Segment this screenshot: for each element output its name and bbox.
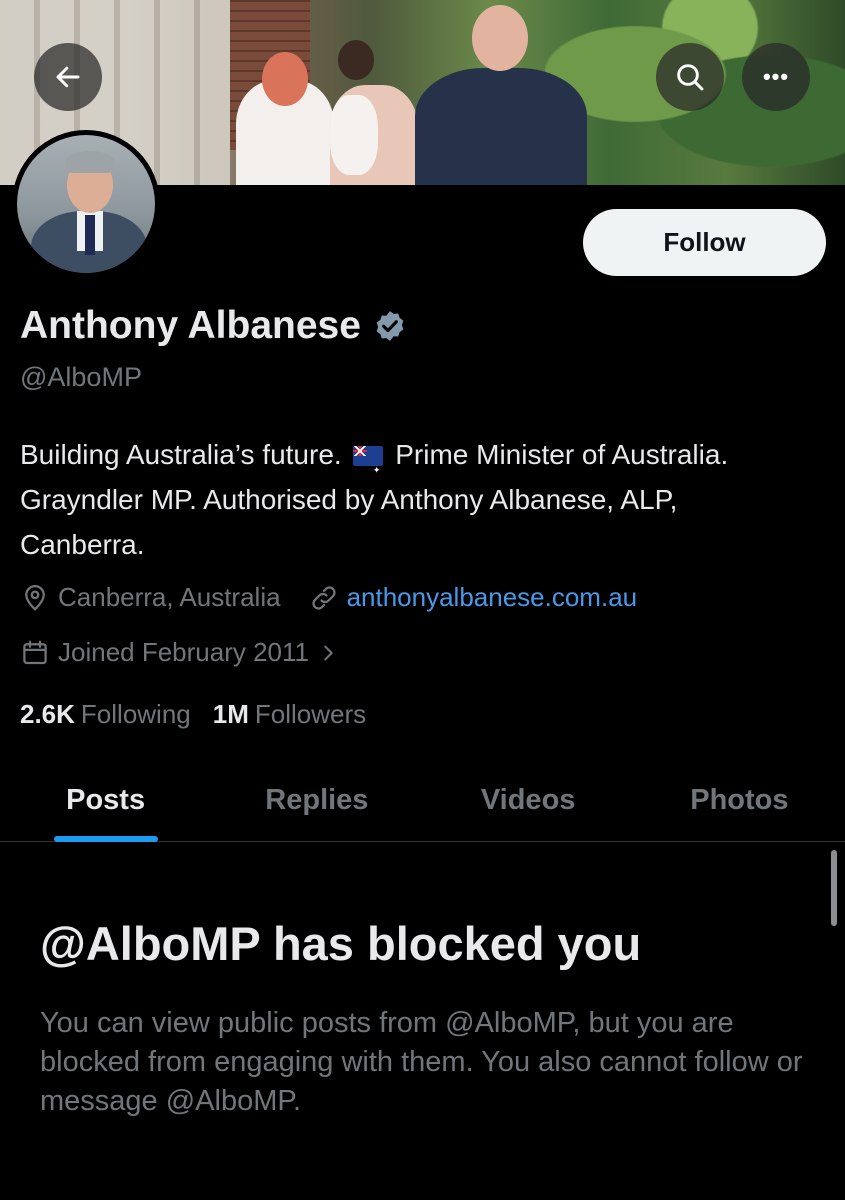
- profile-handle: @AlboMP: [20, 362, 142, 392]
- banner-person-head: [338, 40, 374, 80]
- scrollbar[interactable]: [831, 850, 837, 926]
- avatar-photo: [17, 135, 155, 273]
- location-text: Canberra, Australia: [58, 582, 281, 612]
- following-count: 2.6K: [20, 699, 75, 729]
- following-stat[interactable]: 2.6K Following: [20, 699, 191, 730]
- profile-meta-row: Canberra, Australia anthonyalbanese.com.…: [20, 582, 665, 613]
- profile-bio: Building Australia’s future. Prime Minis…: [20, 432, 780, 567]
- followers-stat[interactable]: 1M Followers: [213, 699, 366, 730]
- avatar-tie: [85, 215, 95, 255]
- joined-date[interactable]: Joined February 2011: [20, 637, 339, 668]
- tab-replies[interactable]: Replies: [211, 760, 422, 841]
- avatar[interactable]: [12, 130, 160, 278]
- following-label: Following: [80, 699, 191, 729]
- tab-videos[interactable]: Videos: [423, 760, 634, 841]
- search-icon: [677, 64, 704, 91]
- calendar-icon: [23, 640, 47, 664]
- link-icon: [311, 585, 336, 610]
- banner-person: [415, 68, 587, 185]
- back-arrow-icon: [56, 66, 80, 88]
- follow-button[interactable]: Follow: [583, 209, 826, 276]
- more-button[interactable]: •••: [742, 43, 810, 111]
- tab-posts[interactable]: Posts: [0, 760, 211, 841]
- follow-stats: 2.6K Following 1M Followers: [20, 699, 366, 730]
- profile-tabs: Posts Replies Videos Photos: [0, 760, 845, 842]
- banner-person-head: [262, 52, 308, 106]
- followers-count: 1M: [212, 699, 249, 729]
- avatar-hair: [65, 151, 115, 173]
- joined-text: Joined February 2011: [58, 637, 310, 667]
- joined-row[interactable]: Joined February 2011: [20, 637, 367, 668]
- australian-flag-emoji: [353, 446, 384, 493]
- banner-person-head: [472, 5, 528, 71]
- tab-photos[interactable]: Photos: [634, 760, 845, 841]
- blocked-title: @AlboMP has blocked you: [40, 917, 642, 970]
- location-pin-icon: [25, 584, 45, 611]
- profile-name: Anthony Albanese: [20, 304, 361, 347]
- profile-name-row: Anthony Albanese: [20, 304, 407, 348]
- verified-badge-icon: [376, 311, 404, 341]
- bio-text-part1: Building Australia’s future.: [20, 439, 342, 470]
- blocked-description: You can view public posts from @AlboMP, …: [40, 1007, 803, 1117]
- website[interactable]: anthonyalbanese.com.au: [309, 582, 638, 613]
- search-button[interactable]: [656, 43, 724, 111]
- chevron-right-icon: [324, 645, 333, 660]
- back-button[interactable]: [34, 43, 102, 111]
- location: Canberra, Australia: [20, 582, 281, 613]
- more-icon: •••: [762, 64, 790, 89]
- website-link[interactable]: anthonyalbanese.com.au: [347, 582, 638, 613]
- banner-child: [330, 95, 378, 175]
- followers-label: Followers: [254, 699, 367, 729]
